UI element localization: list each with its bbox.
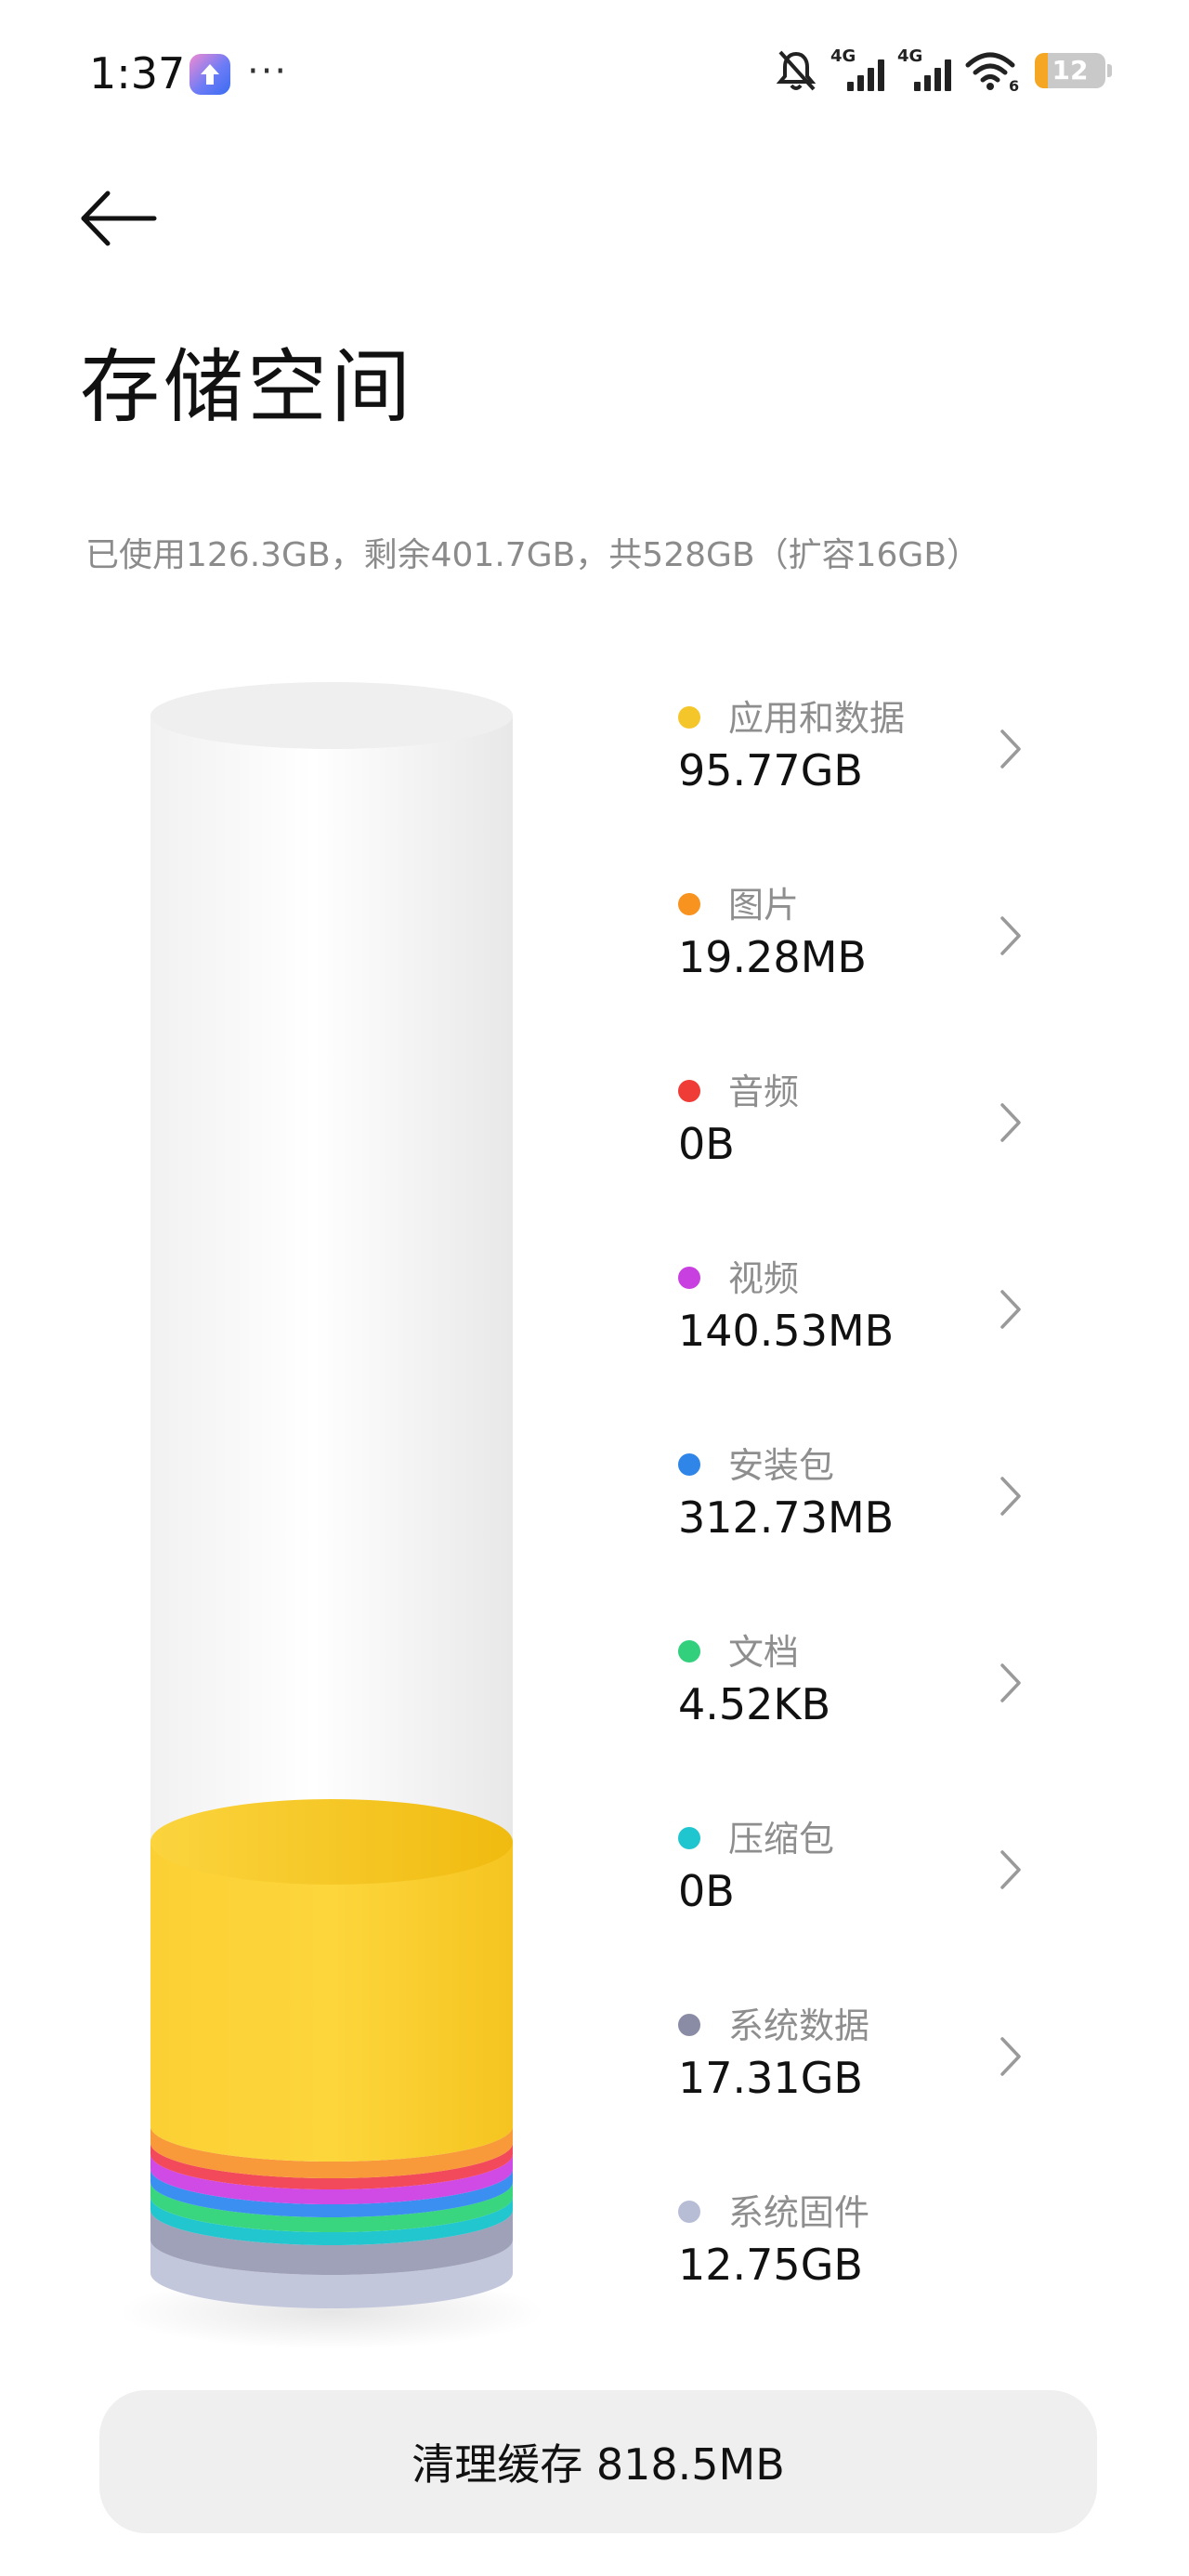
segment-system-firmware <box>150 2240 513 2308</box>
storage-item-size: 12.75GB <box>678 2240 863 2290</box>
segment-archives <box>150 2197 513 2245</box>
storage-item-size: 0B <box>678 1119 735 1169</box>
battery-icon: 12 <box>1035 53 1112 88</box>
storage-item-size: 17.31GB <box>678 2053 863 2103</box>
storage-item-system-data[interactable]: 系统数据 17.31GB <box>678 1997 1040 2184</box>
storage-item-audio[interactable]: 音频 0B <box>678 1063 1040 1250</box>
segment-system-data <box>150 2210 513 2275</box>
back-button[interactable] <box>76 186 160 251</box>
legend-color-dot <box>678 893 700 915</box>
battery-level: 12 <box>1052 55 1089 85</box>
chevron-right-icon <box>1000 729 1021 769</box>
clean-cache-button[interactable]: 清理缓存 818.5MB <box>99 2390 1097 2533</box>
storage-item-label: 应用和数据 <box>728 698 906 739</box>
storage-item-images[interactable]: 图片 19.28MB <box>678 876 1040 1063</box>
legend-color-dot <box>678 1640 700 1663</box>
storage-item-apps-and-data[interactable]: 应用和数据 95.77GB <box>678 690 1040 876</box>
storage-item-size: 0B <box>678 1866 735 1916</box>
storage-item-size: 19.28MB <box>678 932 867 982</box>
chevron-right-icon <box>1000 1663 1021 1702</box>
legend-color-dot <box>678 2014 700 2036</box>
chevron-right-icon <box>1000 1477 1021 1516</box>
storage-item-size: 95.77GB <box>678 745 863 795</box>
storage-item-label: 图片 <box>728 885 800 926</box>
segment-documents <box>150 2182 513 2232</box>
storage-item-size: 4.52KB <box>678 1679 831 1729</box>
wifi-icon: 6 <box>965 52 1019 93</box>
storage-item-label: 系统数据 <box>728 2005 870 2046</box>
storage-item-label: 系统固件 <box>728 2192 870 2233</box>
storage-summary: 已使用126.3GB，剩余401.7GB，共528GB（扩容16GB） <box>85 536 981 574</box>
app-notification-icon <box>189 54 230 95</box>
storage-item-documents[interactable]: 文档 4.52KB <box>678 1623 1040 1810</box>
segment-audio <box>150 2143 513 2189</box>
segment-apps-and-data <box>150 1842 513 2162</box>
storage-legend: 应用和数据 95.77GB 图片 19.28MB 音频 0B 视频 140.53MB 安装包 31… <box>678 690 1040 2371</box>
cellular-signal-1-icon: 4G <box>830 46 884 93</box>
clean-cache-label: 清理缓存 818.5MB <box>412 2439 785 2490</box>
more-notifications-icon: ··· <box>247 50 289 93</box>
status-bar: 1:37 ··· 4G 4G 6 12 <box>0 0 1189 149</box>
storage-item-size: 140.53MB <box>678 1306 895 1356</box>
chevron-right-icon <box>1000 2037 1021 2076</box>
legend-color-dot <box>678 1453 700 1476</box>
page-title: 存储空间 <box>80 341 414 434</box>
chevron-right-icon <box>1000 916 1021 955</box>
legend-color-dot <box>678 1080 700 1102</box>
legend-color-dot <box>678 706 700 729</box>
storage-item-label: 音频 <box>728 1071 800 1112</box>
legend-color-dot <box>678 2201 700 2223</box>
status-icons: 4G 4G 6 12 <box>775 46 1112 93</box>
segment-install-packages <box>150 2169 513 2217</box>
back-arrow-icon <box>81 191 157 246</box>
storage-item-label: 视频 <box>728 1258 800 1299</box>
storage-item-label: 文档 <box>728 1632 800 1673</box>
legend-color-dot <box>678 1827 700 1849</box>
chevron-right-icon <box>1000 1850 1021 1889</box>
legend-color-dot <box>678 1267 700 1289</box>
storage-item-label: 压缩包 <box>728 1819 835 1860</box>
wifi-standard-label: 6 <box>1009 77 1019 93</box>
storage-item-video[interactable]: 视频 140.53MB <box>678 1250 1040 1437</box>
storage-item-archives[interactable]: 压缩包 0B <box>678 1810 1040 1997</box>
storage-item-label: 安装包 <box>728 1445 835 1486</box>
segment-images <box>150 2126 513 2178</box>
chevron-right-icon <box>1000 1290 1021 1329</box>
mute-bell-icon <box>776 50 817 91</box>
segment-video <box>150 2154 513 2204</box>
storage-item-size: 312.73MB <box>678 1492 895 1543</box>
cellular-signal-2-icon: 4G <box>897 46 951 93</box>
status-time: 1:37 <box>89 48 186 99</box>
storage-item-install-packages[interactable]: 安装包 312.73MB <box>678 1437 1040 1623</box>
storage-item-system-firmware: 系统固件 12.75GB <box>678 2184 1040 2371</box>
chevron-right-icon <box>1000 1103 1021 1142</box>
